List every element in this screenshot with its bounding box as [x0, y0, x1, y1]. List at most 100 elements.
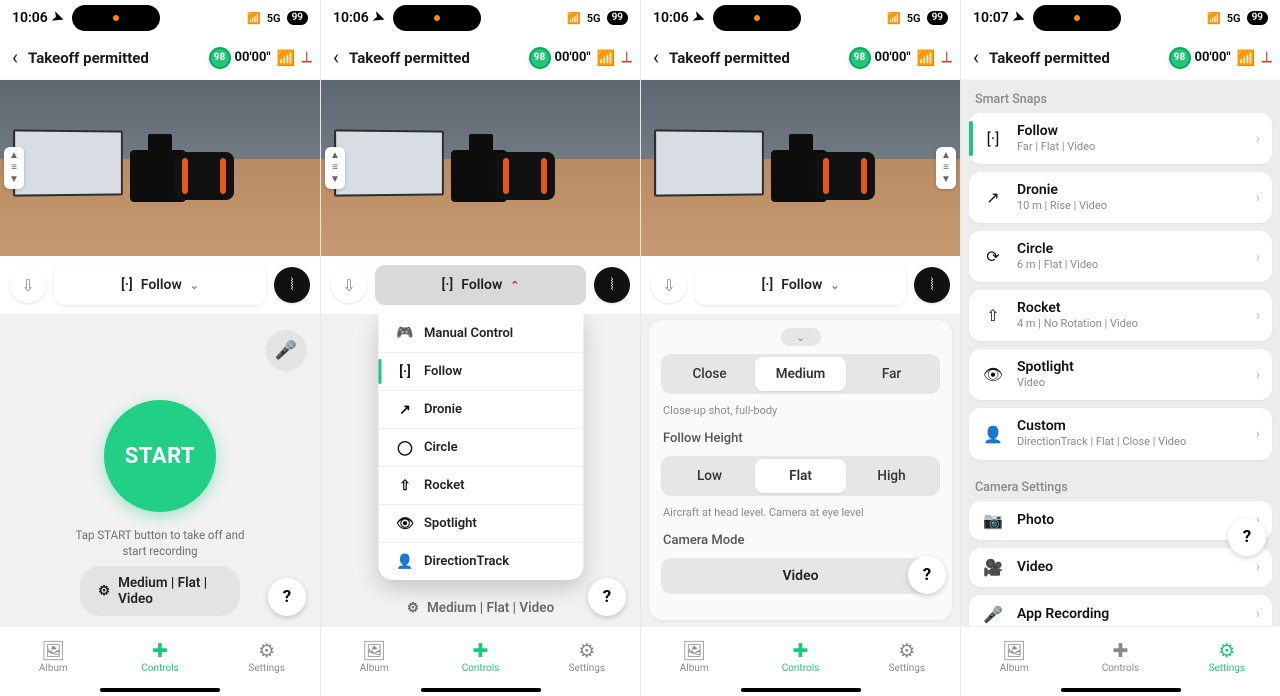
status-title: Takeoff permitted [989, 49, 1110, 67]
height-low[interactable]: Low [664, 459, 755, 493]
snap-dronie[interactable]: ↗ Dronie10 m | Rise | Video › [969, 172, 1272, 223]
takeoff-icon-button[interactable]: ⇩ [651, 267, 687, 303]
back-icon[interactable]: ‹ [329, 45, 343, 71]
mode-selector[interactable]: [·] Follow ⌃ [375, 265, 586, 305]
album-icon: 🖼 [1002, 641, 1026, 660]
wifi-icon: 📶 [597, 49, 616, 67]
app-bar: ‹ Takeoff permitted 98 00'00" 📶 ⟂ [0, 36, 320, 80]
network-label: 5G [587, 12, 601, 25]
status-time: 10:06 [12, 10, 48, 26]
tab-album[interactable]: 🖼Album [321, 627, 427, 688]
snap-circle[interactable]: ⟳ Circle6 m | Flat | Video › [969, 231, 1272, 282]
setting-video[interactable]: 🎥 Video › [969, 548, 1272, 587]
gimbal-up-down[interactable]: ▲≡▼ [4, 147, 24, 189]
height-flat[interactable]: Flat [755, 459, 846, 493]
help-button[interactable]: ? [1228, 518, 1266, 556]
rc-signal-icon: ⟂ [301, 47, 312, 67]
status-time: 10:07 [973, 10, 1009, 26]
sliders-icon: ⚙ [407, 600, 419, 616]
chevron-up-icon: ⌃ [510, 279, 519, 292]
gimbal-up-down[interactable]: ▲≡▼ [936, 147, 956, 189]
gimbal-up-down[interactable]: ▲≡▼ [325, 147, 345, 189]
setting-photo[interactable]: 📷 Photo › [969, 501, 1272, 540]
circle-icon: ⟳ [981, 247, 1005, 266]
snap-custom[interactable]: 👤 CustomDirectionTrack | Flat | Close | … [969, 408, 1272, 459]
mode-item-circle[interactable]: ◯Circle [378, 428, 583, 466]
dronie-icon: ↗ [396, 402, 414, 418]
setting-app-recording[interactable]: 🎤 App Recording › [969, 595, 1272, 626]
mode-label: Follow [141, 277, 182, 293]
tab-album[interactable]: 🖼Album [961, 627, 1067, 688]
mode-item-direction[interactable]: 👤DirectionTrack [378, 542, 583, 580]
tab-settings[interactable]: ⚙Settings [213, 627, 320, 688]
mode-item-manual[interactable]: 🎮Manual Control [378, 314, 583, 352]
help-button[interactable]: ? [908, 556, 946, 594]
mode-selector[interactable]: [·] Follow ⌄ [54, 265, 266, 305]
spotlight-icon: 👁 [396, 516, 414, 532]
height-high[interactable]: High [846, 459, 937, 493]
back-icon[interactable]: ‹ [969, 45, 983, 71]
person-icon: 👤 [396, 554, 414, 570]
mic-button[interactable]: 🎤 [266, 330, 306, 370]
distance-medium[interactable]: Medium [755, 357, 846, 391]
tab-controls[interactable]: ✚Controls [747, 627, 853, 688]
follow-icon: [·] [762, 277, 774, 293]
sheet-collapse-handle[interactable]: ⌄ [781, 328, 821, 346]
chevron-right-icon: › [1256, 131, 1260, 147]
mic-icon: 🎤 [981, 605, 1005, 624]
album-icon: 🖼 [41, 641, 65, 660]
camera-mode-value[interactable]: Video [661, 558, 940, 594]
start-help-text: Tap START button to take off andstart re… [0, 528, 320, 559]
takeoff-icon-button[interactable]: ⇩ [331, 267, 367, 303]
tab-controls[interactable]: ✚Controls [427, 627, 533, 688]
tab-album[interactable]: 🖼Album [0, 627, 107, 688]
screen-controls-start: 10:06 ➤ 📶 5G 99 ‹ Takeoff permitted 98 0… [0, 0, 320, 696]
mode-selector[interactable]: [·]Follow⌄ [695, 265, 906, 305]
summary-chip[interactable]: ⚙ Medium | Flat | Video [407, 600, 554, 616]
distance-far[interactable]: Far [846, 357, 937, 391]
summary-chip[interactable]: ⚙ Medium | Flat | Video [80, 566, 240, 616]
audio-icon-button[interactable]: ⦚ [914, 267, 950, 303]
audio-icon-button[interactable]: ⦚ [274, 267, 310, 303]
follow-icon: [·] [981, 129, 1005, 148]
start-button[interactable]: START [104, 400, 216, 512]
tab-settings[interactable]: ⚙Settings [1174, 627, 1280, 688]
settings-list[interactable]: Smart Snaps [·] FollowFar | Flat | Video… [961, 80, 1280, 626]
camera-preview[interactable]: ▲≡▼ [321, 80, 640, 256]
distance-close[interactable]: Close [664, 357, 755, 391]
tab-settings[interactable]: ⚙Settings [534, 627, 640, 688]
mode-item-dronie[interactable]: ↗Dronie [378, 390, 583, 428]
satellite-badge: 98 [209, 47, 231, 69]
mode-item-follow[interactable]: [·]Follow [378, 352, 583, 390]
tab-controls[interactable]: ✚Controls [107, 627, 214, 688]
snap-rocket[interactable]: ⇧ Rocket4 m | No Rotation | Video › [969, 290, 1272, 341]
audio-icon-button[interactable]: ⦚ [594, 267, 630, 303]
help-button[interactable]: ? [268, 578, 306, 616]
snap-follow[interactable]: [·] FollowFar | Flat | Video › [969, 113, 1272, 164]
mode-label: Follow [461, 277, 502, 293]
back-icon[interactable]: ‹ [649, 45, 663, 71]
tab-bar: 🖼Album ✚Controls ⚙Settings [0, 626, 320, 688]
back-icon[interactable]: ‹ [8, 45, 22, 71]
tab-settings[interactable]: ⚙Settings [854, 627, 960, 688]
snap-spotlight[interactable]: 👁 SpotlightVideo › [969, 349, 1272, 400]
camera-preview[interactable]: ▲≡▼ [0, 80, 320, 256]
gear-icon: ⚙ [578, 641, 595, 660]
takeoff-icon-button[interactable]: ⇩ [10, 267, 46, 303]
wifi-icon: 📶 [917, 49, 936, 67]
chevron-right-icon: › [1256, 249, 1260, 265]
tab-controls[interactable]: ✚Controls [1067, 627, 1173, 688]
tab-album[interactable]: 🖼Album [641, 627, 747, 688]
chevron-right-icon: › [1256, 559, 1260, 575]
screen-follow-settings-sheet: 10:06➤ 📶5G99 ‹ Takeoff permitted 9800'00… [640, 0, 960, 696]
camera-preview[interactable]: ▲≡▼ [641, 80, 960, 256]
status-title: Takeoff permitted [669, 49, 790, 67]
rc-signal-icon: ⟂ [941, 47, 952, 67]
cellular-icon: 📶 [247, 12, 261, 25]
help-button[interactable]: ? [588, 578, 626, 616]
height-note: Aircraft at head level. Camera at eye le… [661, 504, 940, 519]
drone-icon: ✚ [473, 641, 489, 660]
mode-item-rocket[interactable]: ⇧Rocket [378, 466, 583, 504]
mode-item-spotlight[interactable]: 👁Spotlight [378, 504, 583, 542]
flight-timer: 00'00" [235, 50, 271, 65]
